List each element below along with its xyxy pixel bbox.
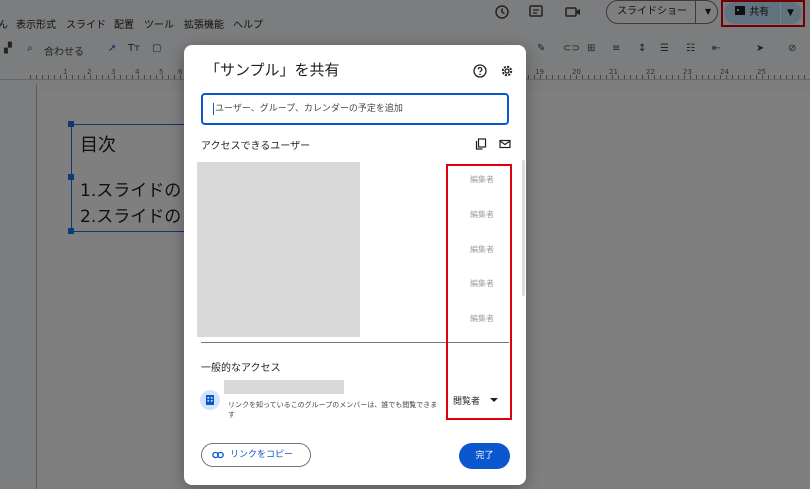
general-access-header: 一般的なアクセス	[201, 363, 281, 374]
organization-icon	[200, 390, 220, 410]
redacted-user-list	[197, 162, 360, 337]
copy-link-button[interactable]: リンクをコピー	[201, 443, 311, 467]
help-icon[interactable]	[473, 64, 487, 78]
user-list-scrollbar[interactable]	[522, 160, 525, 296]
add-people-placeholder: ユーザー、グループ、カレンダーの予定を追加	[215, 104, 403, 114]
done-button[interactable]: 完了	[459, 443, 510, 469]
people-with-access-header: アクセスできるユーザー	[201, 141, 311, 152]
link-access-description: リンクを知っているこのグループのメンバーは、誰でも閲覧できます	[228, 401, 438, 419]
link-icon	[212, 451, 224, 459]
share-dialog: 「サンプル」を共有 ユーザー、グループ、カレンダーの予定を追加 アクセスできるユ…	[184, 45, 526, 485]
gear-icon[interactable]	[500, 64, 514, 78]
copy-emails-icon[interactable]	[475, 138, 487, 150]
redacted-group-name[interactable]	[224, 380, 344, 394]
dialog-title: 「サンプル」を共有	[205, 61, 340, 79]
highlight-roles-box	[446, 164, 512, 420]
text-cursor	[213, 102, 214, 115]
email-icon[interactable]	[499, 138, 511, 150]
copy-link-label: リンクをコピー	[230, 450, 294, 460]
add-people-input[interactable]: ユーザー、グループ、カレンダーの予定を追加	[201, 93, 509, 125]
